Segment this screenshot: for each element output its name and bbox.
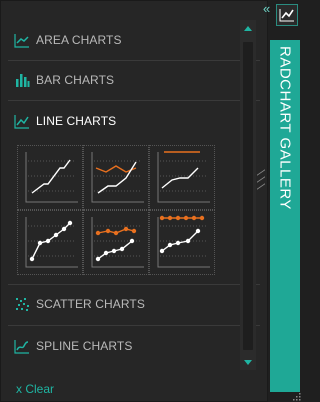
area-chart-icon: [14, 34, 29, 48]
menu-item-bar-charts[interactable]: BAR CHARTS: [14, 69, 236, 91]
separator: [8, 100, 260, 101]
line-chart-preview: [25, 217, 78, 268]
menu-item-scatter-charts[interactable]: SCATTER CHARTS: [14, 293, 236, 315]
menu-item-area-charts[interactable]: AREA CHARTS: [14, 29, 236, 51]
thumbnail-line-simple[interactable]: [17, 145, 83, 210]
arrow-up-icon: [244, 25, 252, 31]
menu-item-label: SCATTER CHARTS: [36, 297, 145, 311]
thumbnail-line-markers[interactable]: [17, 210, 83, 275]
line-chart-preview: [157, 151, 210, 203]
line-chart-icon: [14, 115, 29, 129]
scroll-up-button[interactable]: [240, 20, 256, 36]
line-chart-icon: [279, 9, 294, 22]
separator: [8, 284, 260, 285]
gallery-toggle-button[interactable]: [276, 4, 298, 26]
thumbnail-line-markers-orange-series[interactable]: [83, 210, 149, 275]
menu-item-line-charts[interactable]: LINE CHARTS: [14, 110, 236, 132]
tab-title: RADCHART GALLERY: [276, 46, 294, 210]
line-chart-preview: [91, 152, 144, 203]
resize-grip-icon[interactable]: [293, 393, 301, 401]
separator: [8, 60, 260, 61]
menu-item-label: BAR CHARTS: [36, 73, 115, 87]
line-chart-preview: [157, 215, 210, 268]
scrollbar-thumb[interactable]: [243, 42, 253, 350]
spline-chart-icon: [14, 340, 29, 354]
chart-thumbnail-grid: [17, 145, 215, 275]
separator: [8, 325, 260, 326]
drag-grip-icon[interactable]: [257, 169, 265, 191]
thumbnail-line-orange-reference[interactable]: [149, 145, 215, 210]
menu-item-label: AREA CHARTS: [36, 33, 122, 47]
collapse-icon[interactable]: «: [263, 2, 273, 16]
line-chart-preview: [91, 217, 144, 268]
clear-button[interactable]: x Clear: [16, 382, 54, 396]
thumbnail-line-markers-orange-reference[interactable]: [149, 210, 215, 275]
vertical-scrollbar[interactable]: [240, 20, 256, 370]
radchart-gallery-tab[interactable]: RADCHART GALLERY: [270, 40, 300, 392]
thumbnail-line-orange-series[interactable]: [83, 145, 149, 210]
bar-chart-icon: [16, 74, 30, 87]
menu-item-label: LINE CHARTS: [36, 114, 117, 128]
scroll-down-button[interactable]: [240, 354, 256, 370]
menu-item-spline-charts[interactable]: SPLINE CHARTS: [14, 335, 236, 357]
arrow-down-icon: [244, 359, 252, 365]
scatter-chart-icon: [16, 298, 29, 311]
line-chart-preview: [25, 152, 78, 203]
menu-item-label: SPLINE CHARTS: [36, 339, 133, 353]
